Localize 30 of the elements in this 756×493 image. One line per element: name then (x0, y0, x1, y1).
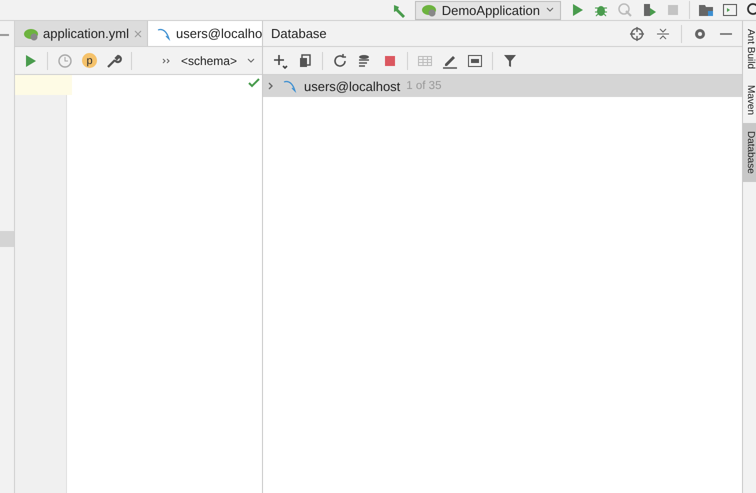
project-structure-icon[interactable] (698, 2, 714, 18)
panel-title: Database (271, 26, 327, 41)
tab-label: application.yml (43, 26, 129, 41)
wrench-icon[interactable] (106, 52, 122, 68)
crosshair-icon[interactable] (629, 26, 645, 42)
editor-tab[interactable]: users@localho (148, 21, 262, 46)
current-line-highlight (15, 75, 72, 95)
chevron-down-icon[interactable] (246, 56, 256, 66)
filter-icon[interactable] (502, 52, 518, 68)
side-tab[interactable]: Ant Build (743, 21, 756, 78)
tab-label: users@localho (176, 26, 262, 41)
session-badge[interactable]: p (82, 53, 97, 68)
query-console-icon[interactable] (467, 52, 483, 68)
add-icon[interactable] (272, 52, 288, 68)
check-icon (248, 77, 260, 89)
copy-icon[interactable] (297, 52, 313, 68)
terminal-icon[interactable] (722, 2, 738, 18)
spring-icon (420, 2, 437, 18)
run-configuration-dropdown[interactable]: DemoApplication (414, 0, 561, 20)
node-count: 1 of 35 (406, 80, 442, 92)
side-tab[interactable]: Maven (743, 77, 756, 124)
editor-tab[interactable]: application.yml (15, 21, 148, 46)
profile-icon[interactable] (641, 2, 657, 18)
node-label: users@localhost (304, 78, 400, 94)
collapse-icon[interactable] (655, 26, 671, 42)
refresh-icon[interactable] (332, 52, 348, 68)
tree-item[interactable]: users@localhost 1 of 35 (263, 75, 742, 97)
double-chevron-icon[interactable] (162, 56, 172, 66)
schema-dropdown[interactable]: <schema> (180, 54, 237, 68)
side-tab[interactable]: Database (743, 123, 756, 182)
